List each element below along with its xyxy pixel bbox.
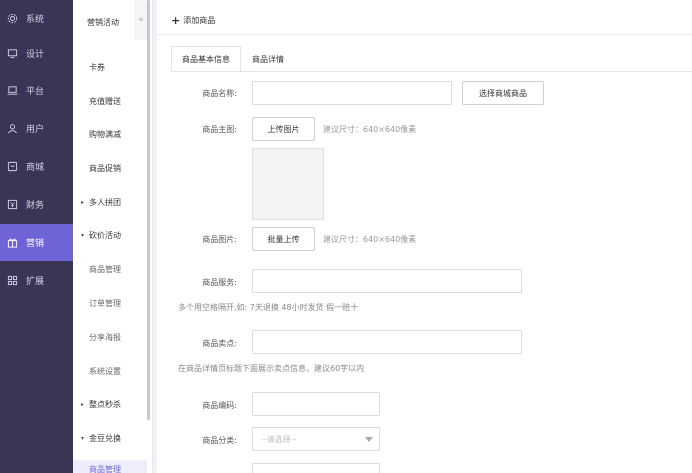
main-image-label: 商品主图: [202,125,237,134]
sidebar-item-gold-bean-goods[interactable]: 商品管理 [73,460,147,473]
tab-bar: 商品基本信息 商品详情 [171,46,295,72]
nav-item-platform[interactable]: 平台 [0,72,73,109]
tab-goods-detail[interactable]: 商品详情 [241,46,295,72]
service-input[interactable] [252,269,522,293]
plus-icon: + [171,14,181,27]
sidebar-group-gold-bean[interactable]: ▾ 金豆兑换 [73,428,147,448]
add-goods-label: 添加商品 [183,16,216,25]
sidebar-item-coupon[interactable]: 卡券 [73,57,147,77]
nav-item-extend[interactable]: 扩展 [0,262,73,299]
batch-upload-button[interactable]: 批量上传 [252,227,315,251]
nav-item-label: 用户 [26,125,45,135]
goods-name-label: 商品名称: [202,89,237,98]
nav-item-system[interactable]: 系统 [0,0,73,37]
finance-icon [6,199,18,211]
sidebar-item-promotion[interactable]: 商品促销 [73,158,147,178]
goods-code-input[interactable] [252,392,380,416]
next-field-input[interactable] [252,463,380,473]
user-icon [6,123,18,135]
sidebar-group-bargain[interactable]: ▾ 砍价活动 [73,225,147,245]
goods-code-label: 商品编码: [202,401,237,410]
add-goods-link[interactable]: + 添加商品 [171,14,215,27]
nav-item-label: 系统 [26,15,45,25]
goods-images-label: 商品图片: [202,235,237,244]
caret-down-icon: ▾ [81,231,85,239]
nav-item-mall[interactable]: 商城 [0,148,73,185]
sidebar-item-full-reduction[interactable]: 购物满减 [73,124,147,144]
sidebar-group-label: 整点秒杀 [89,399,122,409]
main-image-hint: 建议尺寸：640×640像素 [323,125,417,134]
main-content: + 添加商品 商品基本信息 商品详情 商品名称: 选择商城商品 商品主图: 上传… [157,0,692,473]
category-placeholder: --请选择-- [261,434,297,444]
nav-item-marketing[interactable]: 营销 [0,224,73,261]
category-select[interactable]: --请选择-- [252,427,380,451]
selling-point-input[interactable] [252,330,522,354]
goods-name-input[interactable] [252,81,452,105]
nav-item-finance[interactable]: 财务 [0,186,73,223]
caret-down-icon: ▾ [81,434,85,442]
nav-item-label: 营销 [26,239,45,249]
sidebar-scrollbar[interactable] [147,0,150,420]
select-mall-goods-button[interactable]: 选择商城商品 [462,81,544,105]
sidebar-group-label: 金豆兑换 [89,433,122,443]
sidebar-item-bargain-goods[interactable]: 商品管理 [73,259,147,279]
gear-icon [6,13,18,25]
nav-item-label: 平台 [26,87,45,97]
tabs-divider [171,71,692,72]
sidebar-group-label: 砍价活动 [89,230,122,240]
gift-icon [6,237,18,249]
nav-item-label: 设计 [26,50,45,60]
caret-right-icon: ▸ [81,198,85,206]
sidebar-item-recharge-gift[interactable]: 充值赠送 [73,91,147,111]
sidebar-group-label: 多人拼团 [89,197,122,207]
sidebar-item-bargain-orders[interactable]: 订单管理 [73,293,147,313]
selling-point-help: 在商品详情页标题下面展示卖点信息，建议60字以内 [178,364,365,373]
goods-images-hint: 建议尺寸：640×640像素 [323,235,417,244]
chevron-down-icon [365,437,373,442]
grid-icon [6,275,18,287]
sidebar-group-flash-sale[interactable]: ▸ 整点秒杀 [73,394,147,414]
sidebar-group-group-buy[interactable]: ▸ 多人拼团 [73,192,147,212]
nav-item-label: 商城 [26,163,45,173]
nav-item-label: 财务 [26,201,45,211]
selling-point-label: 商品卖点: [202,339,237,348]
sidebar-item-bargain-poster[interactable]: 分享海报 [73,327,147,347]
tab-basic-info[interactable]: 商品基本信息 [171,46,241,72]
service-help: 多个用空格隔开,如: 7天退换 48小时发货 假一赔十 [178,303,359,312]
nav-item-design[interactable]: 设计 [0,35,73,72]
category-label: 商品分类: [202,436,237,445]
service-label: 商品服务: [202,278,237,287]
nav-item-user[interactable]: 用户 [0,110,73,147]
monitor-icon [6,48,18,60]
main-image-preview[interactable] [252,148,324,220]
collapse-sidebar-button[interactable]: « [134,0,148,40]
main-sidebar: 系统 设计 平台 用户 商城 财务 营销 扩展 [0,0,73,473]
caret-right-icon: ▸ [81,400,85,408]
upload-image-button[interactable]: 上传图片 [252,117,315,141]
divider [157,34,692,35]
secondary-sidebar: 营销活动 « 卡券 充值赠送 购物满减 商品促销 ▸ 多人拼团 ▾ 砍价活动 商… [73,0,153,473]
laptop-icon [6,85,18,97]
nav-item-label: 扩展 [26,277,45,287]
store-icon [6,161,18,173]
sidebar-item-bargain-settings[interactable]: 系统设置 [73,361,147,381]
